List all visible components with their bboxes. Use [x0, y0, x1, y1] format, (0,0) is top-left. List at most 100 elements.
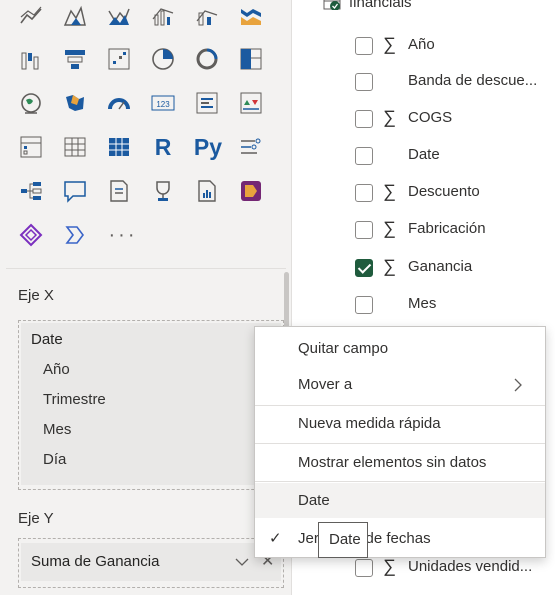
- funnel-chart-icon[interactable]: [62, 46, 88, 72]
- x-axis-field-name: Date: [31, 331, 63, 348]
- sigma-icon: ∑: [383, 218, 396, 238]
- x-axis-label: Eje X: [18, 287, 54, 304]
- chevron-right-icon: [514, 378, 522, 392]
- field-label: Ganancia: [408, 258, 473, 275]
- x-axis-well[interactable]: Date Año Trimestre Mes Día: [18, 320, 284, 490]
- field-item-date[interactable]: Date: [355, 141, 555, 171]
- field-item-banda-de-descuento[interactable]: Banda de descue...: [355, 67, 555, 97]
- more-visuals-icon[interactable]: [62, 222, 88, 248]
- python-visual-label: Py: [193, 134, 223, 160]
- more-options-icon[interactable]: ···: [106, 222, 140, 248]
- field-item-mes[interactable]: Mes: [355, 290, 555, 320]
- table-name: financials: [349, 0, 412, 11]
- field-label: Descuento: [408, 183, 480, 200]
- field-checkbox[interactable]: [355, 184, 373, 202]
- hierarchy-item: Año: [43, 361, 70, 378]
- field-label: Mes: [408, 295, 437, 312]
- line-clustered-column-icon[interactable]: [150, 2, 176, 28]
- stacked-area-chart-icon[interactable]: [106, 2, 132, 28]
- field-checkbox[interactable]: [355, 110, 373, 128]
- gauge-icon[interactable]: [106, 90, 132, 116]
- field-item-ano[interactable]: ∑ Año: [355, 31, 555, 61]
- svg-text:123: 123: [156, 100, 170, 109]
- pie-chart-icon[interactable]: [150, 46, 176, 72]
- field-checkbox[interactable]: [355, 147, 373, 165]
- ribbon-chart-icon[interactable]: [238, 2, 264, 28]
- line-chart-icon[interactable]: [18, 2, 44, 28]
- menu-item-label: Quitar campo: [298, 340, 389, 357]
- field-item-fabricacion[interactable]: ∑ Fabricación: [355, 215, 555, 245]
- waterfall-chart-icon[interactable]: [18, 46, 44, 72]
- line-stacked-column-icon[interactable]: [194, 2, 220, 28]
- tooltip-text: Date: [329, 531, 361, 548]
- sigma-icon: ∑: [383, 34, 396, 54]
- field-checkbox[interactable]: [355, 559, 373, 577]
- field-item-descuento[interactable]: ∑ Descuento: [355, 178, 555, 208]
- card-icon[interactable]: 123: [150, 90, 176, 116]
- slicer-icon[interactable]: [18, 134, 44, 160]
- matrix-icon[interactable]: [106, 134, 132, 160]
- treemap-icon[interactable]: [238, 46, 264, 72]
- field-label: Banda de descue...: [408, 72, 538, 89]
- r-visual-icon[interactable]: R: [150, 134, 176, 160]
- python-visual-icon[interactable]: Py: [190, 134, 226, 160]
- field-item-ganancia[interactable]: ∑ Ganancia: [355, 253, 555, 283]
- sigma-icon: ∑: [383, 181, 396, 201]
- x-axis-field-chip[interactable]: Date Año Trimestre Mes Día: [21, 323, 281, 485]
- sigma-icon: ∑: [383, 556, 396, 576]
- menu-item-label: Date: [298, 492, 330, 509]
- visualizations-pane: 123 R Py ··· Eje X Date Año Trimestre Me…: [0, 0, 292, 595]
- filled-map-icon[interactable]: [62, 90, 88, 116]
- y-axis-field-chip[interactable]: Suma de Ganancia ✕: [21, 543, 281, 581]
- menu-item-nueva-medida-rapida[interactable]: Nueva medida rápida: [255, 406, 545, 441]
- menu-item-label: Mostrar elementos sin datos: [298, 454, 487, 471]
- field-item-cogs[interactable]: ∑ COGS: [355, 104, 555, 134]
- r-visual-label: R: [154, 134, 172, 160]
- field-label: Año: [408, 36, 435, 53]
- pane-scrollbar[interactable]: [284, 272, 289, 332]
- field-label: COGS: [408, 109, 453, 126]
- donut-chart-icon[interactable]: [194, 46, 220, 72]
- multi-row-card-icon[interactable]: [194, 90, 220, 116]
- menu-item-date[interactable]: Date: [255, 483, 545, 518]
- kpi-icon[interactable]: [238, 90, 264, 116]
- area-chart-icon[interactable]: [62, 2, 88, 28]
- menu-item-jerarquia-de-fechas[interactable]: ✓ Jerarquía de fechas: [255, 521, 545, 556]
- power-apps-icon[interactable]: [238, 178, 264, 204]
- menu-item-quitar-campo[interactable]: Quitar campo: [255, 331, 545, 366]
- smart-narrative-icon[interactable]: [106, 178, 132, 204]
- goals-icon[interactable]: [150, 178, 176, 204]
- scatter-chart-icon[interactable]: [106, 46, 132, 72]
- power-automate-icon[interactable]: [18, 222, 44, 248]
- qa-icon[interactable]: [62, 178, 88, 204]
- hierarchy-item: Día: [43, 451, 67, 468]
- visual-type-grid: 123 R Py ···: [18, 0, 278, 262]
- field-label: Unidades vendid...: [408, 558, 533, 575]
- field-checkbox[interactable]: [355, 296, 373, 314]
- hierarchy-item: Trimestre: [43, 391, 106, 408]
- decomposition-tree-icon[interactable]: [18, 178, 44, 204]
- field-label: Date: [408, 146, 440, 163]
- field-checkbox[interactable]: [355, 37, 373, 55]
- key-influencers-icon[interactable]: [238, 134, 264, 160]
- sigma-icon: ∑: [383, 256, 396, 276]
- menu-item-label: Nueva medida rápida: [298, 415, 441, 432]
- sigma-icon: ∑: [383, 107, 396, 127]
- chevron-down-icon[interactable]: [235, 557, 249, 567]
- check-icon: ✓: [269, 530, 282, 547]
- menu-item-mostrar-elementos-sin-datos[interactable]: Mostrar elementos sin datos: [255, 445, 545, 480]
- menu-item-mover-a[interactable]: Mover a: [255, 367, 545, 402]
- pane-divider: [6, 268, 286, 269]
- table-icon: [323, 0, 341, 10]
- table-icon[interactable]: [62, 134, 88, 160]
- map-icon[interactable]: [18, 90, 44, 116]
- field-checkbox[interactable]: [355, 221, 373, 239]
- paginated-report-icon[interactable]: [194, 178, 220, 204]
- hierarchy-item: Mes: [43, 421, 72, 438]
- menu-separator: [255, 481, 545, 482]
- tooltip: Date: [318, 522, 368, 558]
- field-checkbox-checked[interactable]: [355, 259, 373, 277]
- y-axis-well[interactable]: Suma de Ganancia ✕: [18, 538, 284, 588]
- y-axis-field-name: Suma de Ganancia: [31, 553, 160, 570]
- field-checkbox[interactable]: [355, 73, 373, 91]
